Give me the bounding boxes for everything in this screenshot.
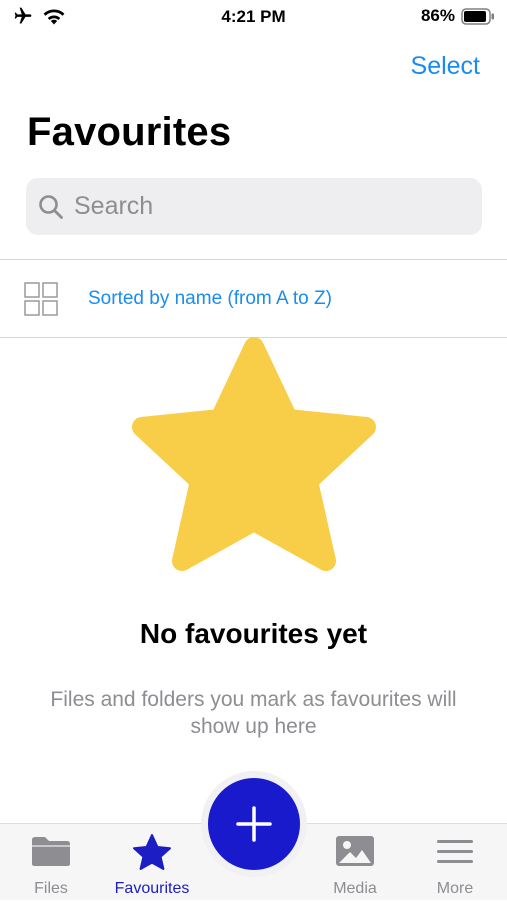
tab-favourites[interactable]: Favourites bbox=[102, 824, 202, 901]
menu-icon bbox=[437, 840, 473, 863]
search-input[interactable] bbox=[72, 191, 456, 222]
sort-row: Sorted by name (from A to Z) bbox=[0, 260, 507, 337]
tab-more[interactable]: More bbox=[405, 824, 505, 901]
empty-state-title: No favourites yet bbox=[139, 618, 368, 649]
select-button[interactable]: Select bbox=[411, 52, 480, 81]
folder-icon bbox=[32, 837, 70, 866]
search-icon bbox=[39, 194, 63, 219]
battery-icon bbox=[461, 7, 494, 25]
star-icon bbox=[132, 337, 376, 571]
empty-state-description: Files and folders you mark as favourites… bbox=[50, 688, 457, 738]
star-icon bbox=[133, 834, 171, 870]
sort-order-button[interactable]: Sorted by name (from A to Z) bbox=[88, 288, 332, 310]
page-title: Favourites bbox=[27, 110, 232, 154]
tab-media[interactable]: Media bbox=[305, 824, 405, 901]
search-bar[interactable] bbox=[26, 178, 482, 235]
plus-icon bbox=[236, 806, 272, 842]
status-bar: 4:21 PM 86% bbox=[0, 0, 507, 34]
battery-percent: 86% bbox=[420, 6, 455, 25]
tab-files[interactable]: Files bbox=[1, 824, 101, 901]
tab-label: Media bbox=[333, 880, 377, 897]
tab-label: Files bbox=[34, 880, 68, 897]
grid-view-icon[interactable] bbox=[24, 282, 58, 316]
status-right: 86% bbox=[421, 6, 495, 26]
tab-label: More bbox=[436, 880, 474, 897]
photo-icon bbox=[336, 836, 374, 866]
add-button[interactable] bbox=[208, 778, 300, 870]
tab-label: Favourites bbox=[114, 880, 190, 897]
